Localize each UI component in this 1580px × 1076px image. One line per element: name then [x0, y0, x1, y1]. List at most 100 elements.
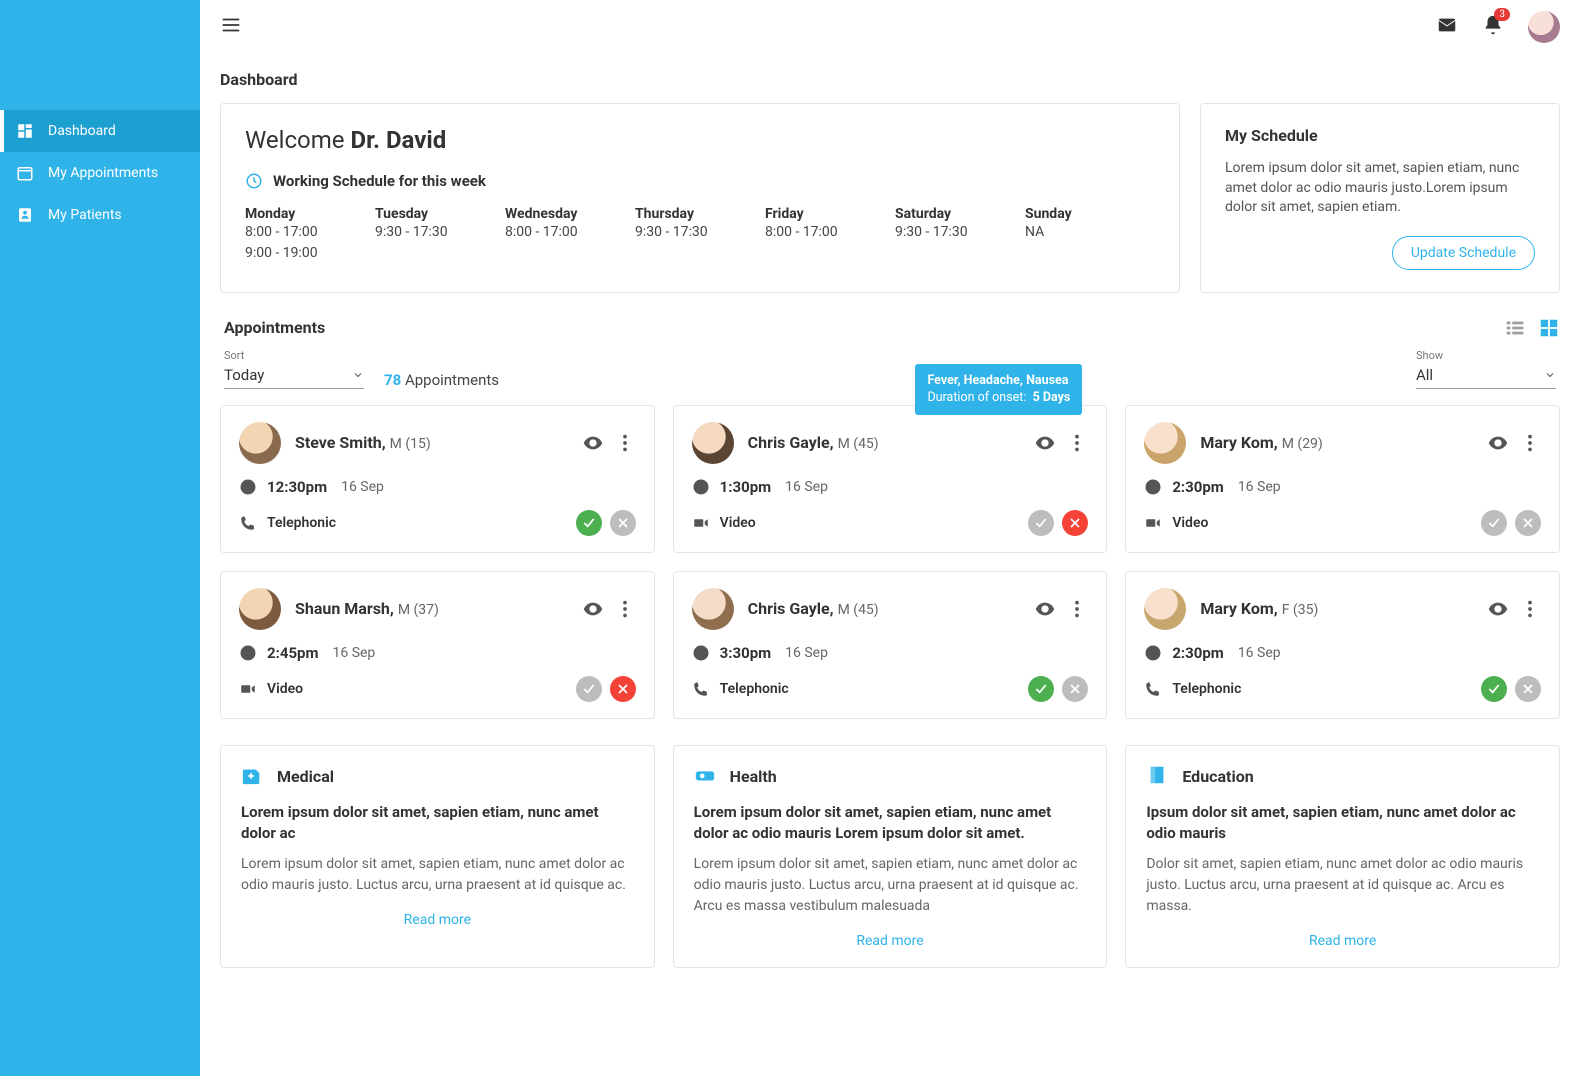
my-schedule-desc: Lorem ipsum dolor sit amet, sapien etiam… [1225, 159, 1535, 218]
day-name: Sunday [1025, 206, 1115, 222]
reject-button[interactable] [610, 676, 636, 702]
main: 3 Dashboard Welcome Dr. David Working Sc… [200, 0, 1580, 1076]
article-tile: Medical Lorem ipsum dolor sit amet, sapi… [220, 745, 655, 968]
article-tile: Education Ipsum dolor sit amet, sapien e… [1125, 745, 1560, 968]
sort-label: Sort [224, 349, 364, 362]
menu-button[interactable] [220, 14, 242, 40]
show-select[interactable]: Show All [1416, 349, 1556, 389]
mail-button[interactable] [1436, 14, 1458, 40]
day-column: Monday 8:00 - 17:009:00 - 19:00 [245, 206, 335, 264]
accept-button[interactable] [1481, 676, 1507, 702]
appt-time: 2:45pm [267, 644, 318, 662]
working-schedule-heading: Working Schedule for this week [245, 172, 1155, 190]
day-column: Wednesday 8:00 - 17:00 [505, 206, 595, 264]
list-view-icon[interactable] [1504, 317, 1526, 339]
appointment-card: Chris Gayle, M (45) 3:30pm 16 Sep Teleph… [673, 571, 1108, 719]
read-more-link[interactable]: Read more [1146, 933, 1539, 949]
day-time: NA [1025, 222, 1115, 243]
patient-meta: F (35) [1282, 602, 1319, 618]
day-time: 9:30 - 17:30 [895, 222, 985, 243]
eye-icon[interactable] [1487, 432, 1509, 454]
appt-date: 16 Sep [785, 479, 828, 495]
update-schedule-button[interactable]: Update Schedule [1392, 236, 1535, 270]
accept-button[interactable] [1481, 510, 1507, 536]
notifications-button[interactable]: 3 [1482, 14, 1504, 40]
medical-icon [241, 764, 263, 790]
clock-icon [245, 172, 263, 190]
appt-date: 16 Sep [332, 645, 375, 661]
calendar-icon [16, 164, 34, 182]
patient-meta: M (15) [390, 436, 431, 452]
sidebar-item-label: My Patients [48, 207, 122, 223]
appt-date: 16 Sep [785, 645, 828, 661]
patient-avatar [1144, 588, 1186, 630]
eye-icon[interactable] [582, 432, 604, 454]
days-row: Monday 8:00 - 17:009:00 - 19:00Tuesday 9… [245, 206, 1155, 264]
day-column: Saturday 9:30 - 17:30 [895, 206, 985, 264]
day-time: 8:00 - 17:00 [765, 222, 855, 243]
patient-name: Mary Kom, [1200, 433, 1281, 452]
patients-icon [16, 206, 34, 224]
accept-button[interactable] [1028, 510, 1054, 536]
reject-button[interactable] [1515, 510, 1541, 536]
eye-icon[interactable] [1034, 598, 1056, 620]
clock-icon [692, 478, 710, 496]
appt-date: 16 Sep [1238, 479, 1281, 495]
more-icon[interactable] [614, 598, 636, 620]
sidebar-item-appointments[interactable]: My Appointments [0, 152, 200, 194]
more-icon[interactable] [1519, 598, 1541, 620]
accept-button[interactable] [1028, 676, 1054, 702]
day-column: Thursday 9:30 - 17:30 [635, 206, 725, 264]
chevron-down-icon [352, 369, 364, 381]
tile-category: Medical [277, 767, 334, 786]
read-more-link[interactable]: Read more [241, 912, 634, 928]
patient-meta: M (45) [838, 436, 879, 452]
day-column: Sunday NA [1025, 206, 1115, 264]
video-icon [1144, 514, 1162, 532]
eye-icon[interactable] [1034, 432, 1056, 454]
more-icon[interactable] [1066, 598, 1088, 620]
more-icon[interactable] [614, 432, 636, 454]
symptoms-tooltip: Fever, Headache, NauseaDuration of onset… [915, 364, 1082, 415]
phone-icon [692, 680, 710, 698]
patient-avatar [692, 422, 734, 464]
appt-time: 12:30pm [267, 478, 327, 496]
day-name: Wednesday [505, 206, 595, 222]
chevron-down-icon [1544, 369, 1556, 381]
sidebar-item-patients[interactable]: My Patients [0, 194, 200, 236]
profile-avatar[interactable] [1528, 11, 1560, 43]
accept-button[interactable] [576, 510, 602, 536]
reject-button[interactable] [610, 510, 636, 536]
eye-icon[interactable] [582, 598, 604, 620]
reject-button[interactable] [1515, 676, 1541, 702]
day-name: Thursday [635, 206, 725, 222]
patient-meta: M (29) [1282, 436, 1323, 452]
article-tile: Health Lorem ipsum dolor sit amet, sapie… [673, 745, 1108, 968]
sort-select[interactable]: Sort Today [224, 349, 364, 389]
tile-description: Dolor sit amet, sapien etiam, nunc amet … [1146, 854, 1539, 917]
grid-view-icon[interactable] [1538, 317, 1560, 339]
appt-time: 2:30pm [1172, 478, 1223, 496]
education-icon [1146, 764, 1168, 790]
accept-button[interactable] [576, 676, 602, 702]
more-icon[interactable] [1519, 432, 1541, 454]
appointments-header: Appointments [210, 293, 1570, 345]
appt-date: 16 Sep [341, 479, 384, 495]
reject-button[interactable] [1062, 510, 1088, 536]
patient-avatar [1144, 422, 1186, 464]
welcome-name: Dr. David [350, 126, 446, 154]
notification-count-badge: 3 [1494, 8, 1510, 21]
patient-avatar [239, 588, 281, 630]
tile-title: Lorem ipsum dolor sit amet, sapien etiam… [241, 802, 634, 844]
sidebar: Dashboard My Appointments My Patients [0, 0, 200, 1076]
appt-mode: Video [267, 681, 303, 697]
day-name: Saturday [895, 206, 985, 222]
sort-value: Today [224, 366, 264, 384]
tile-category: Education [1182, 767, 1253, 786]
patient-name: Mary Kom, [1200, 599, 1281, 618]
eye-icon[interactable] [1487, 598, 1509, 620]
read-more-link[interactable]: Read more [694, 933, 1087, 949]
reject-button[interactable] [1062, 676, 1088, 702]
more-icon[interactable] [1066, 432, 1088, 454]
sidebar-item-dashboard[interactable]: Dashboard [0, 110, 200, 152]
